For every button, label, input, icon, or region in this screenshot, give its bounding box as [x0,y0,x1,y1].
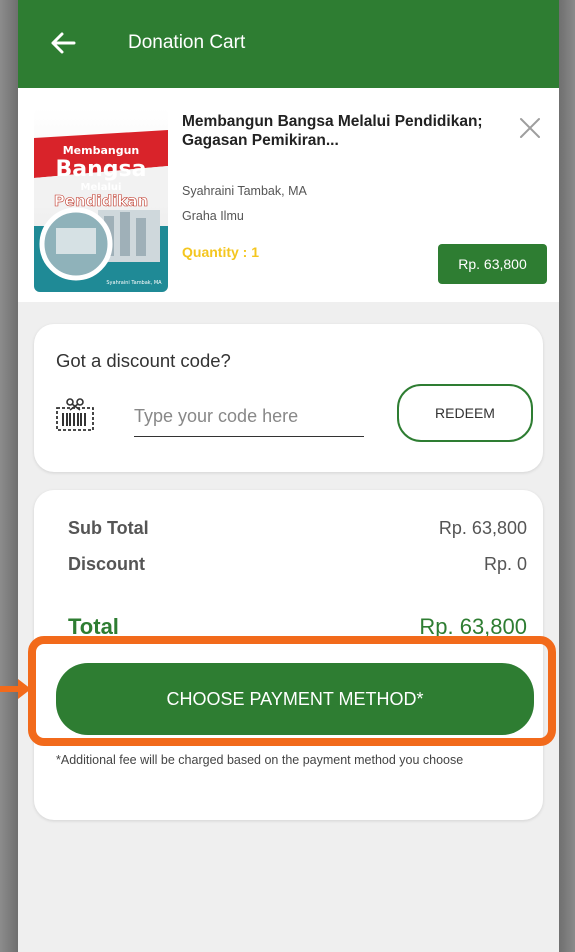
discount-card: Got a discount code? REDEEM [34,324,543,472]
device-frame-left [0,0,18,952]
app-screen: Donation Cart Membangun Bangsa Melalui P [18,0,559,952]
discount-label: Discount [68,554,146,574]
page-title: Donation Cart [128,32,246,53]
cover-title-line-4: Pendidikan [54,192,148,210]
app-bar: Donation Cart [18,0,559,88]
cover-title-line-2: Bangsa [56,157,147,182]
discount-value: Rp. 0 [483,554,527,574]
close-icon[interactable] [518,116,542,140]
redeem-button[interactable]: REDEEM [397,384,533,442]
cart-item: Membangun Bangsa Melalui Pendidikan Syah… [18,88,559,302]
device-frame-right [559,0,575,952]
quantity-label: Quantity : 1 [182,244,260,260]
pointer-arrow-icon [0,679,31,699]
book-author: Syahraini Tambak, MA [182,184,307,198]
book-title[interactable]: Membangun Bangsa Melalui Pendidikan; Gag… [182,112,512,150]
book-cover-image[interactable]: Membangun Bangsa Melalui Pendidikan Syah… [34,108,168,292]
book-publisher: Graha Ilmu [182,209,244,223]
discount-code-input[interactable] [134,396,364,437]
subtotal-value: Rp. 63,800 [438,518,527,538]
discount-question: Got a discount code? [56,350,231,371]
subtotal-label: Sub Total [68,518,149,538]
additional-fee-note: *Additional fee will be charged based on… [56,753,464,767]
arrow-left-icon[interactable] [48,28,78,58]
cover-author: Syahraini Tambak, MA [106,280,162,286]
coupon-scissors-icon [56,398,94,431]
cover-title-line-1: Membangun [63,144,140,157]
price-badge: Rp. 63,800 [438,244,547,284]
highlight-box [28,636,556,746]
